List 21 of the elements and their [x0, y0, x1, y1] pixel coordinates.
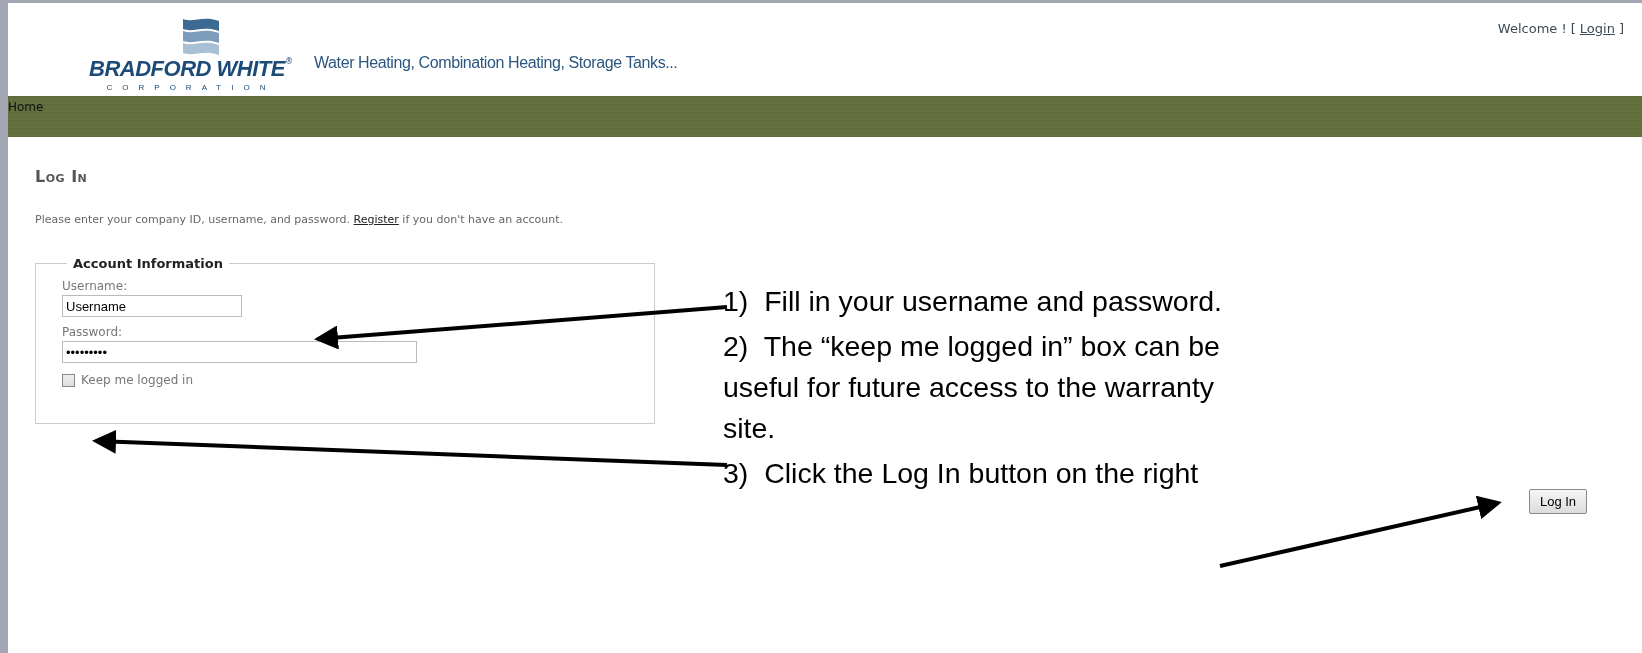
field-label: Password: — [62, 325, 124, 339]
tagline: Water Heating, Combination Heating, Storage Tanks... — [314, 54, 678, 72]
login-link[interactable]: Login — [1579, 21, 1615, 36]
page-title: Log In — [35, 167, 89, 186]
brand-name: BRADFORD WHITE — [89, 57, 285, 81]
annotation-text: 2) The “keep me logged in” box can be useful for future access to the warranty site. — [723, 329, 1221, 446]
legend: Account Information — [67, 256, 229, 271]
checkbox-label: Keep me logged in — [81, 373, 194, 387]
input-field[interactable]: ••••••••• — [62, 341, 417, 363]
register-link[interactable]: Register — [353, 213, 399, 226]
intro-text: Please enter your company ID, username, and password. Register if you don't have an account. — [35, 213, 565, 226]
checkbox[interactable] — [62, 373, 75, 387]
nav-link[interactable]: Home — [8, 100, 44, 114]
annotation-text: 1) Fill in your username and password. — [723, 284, 1223, 319]
welcome-text: Welcome ! [ — [1497, 21, 1576, 36]
annotation-text: 3) Click the Log In button on the right — [723, 456, 1200, 491]
bracket-text: ] — [1618, 21, 1624, 36]
field-label: Username: — [62, 279, 129, 293]
brand-subtitle: CORPORATION — [106, 83, 276, 92]
input-field[interactable]: Username — [62, 295, 242, 317]
log-in-button[interactable]: Log In — [1529, 489, 1587, 514]
